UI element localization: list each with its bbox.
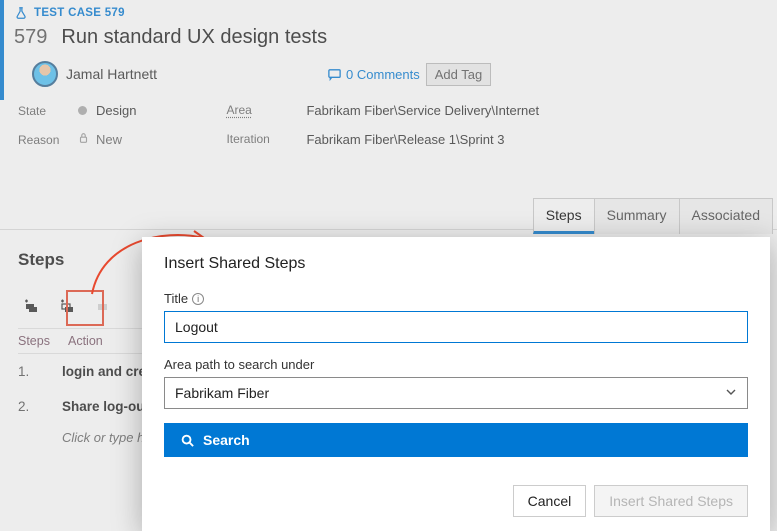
area-value[interactable]: Fabrikam Fiber\Service Delivery\Internet (306, 103, 539, 118)
title-input[interactable] (164, 311, 748, 343)
tab-summary[interactable]: Summary (594, 198, 680, 234)
flask-icon (14, 6, 28, 20)
assignee-name[interactable]: Jamal Hartnett (66, 66, 157, 82)
comments-label: 0 Comments (346, 67, 420, 82)
tab-associated[interactable]: Associated (679, 198, 773, 234)
add-step-button[interactable] (18, 294, 44, 318)
search-button-label: Search (203, 432, 250, 448)
avatar[interactable] (32, 61, 58, 87)
tab-steps[interactable]: Steps (533, 198, 595, 234)
reason-label: Reason (18, 133, 78, 147)
cancel-button[interactable]: Cancel (513, 485, 587, 517)
state-dot-icon (78, 106, 87, 115)
tab-bar: Steps Summary Associated (534, 198, 773, 234)
state-label: State (18, 104, 78, 118)
iteration-label: Iteration (226, 132, 306, 147)
breadcrumb[interactable]: TEST CASE 579 (14, 6, 777, 20)
dialog-title: Insert Shared Steps (164, 255, 748, 273)
chevron-down-icon (725, 386, 737, 401)
insert-shared-steps-dialog: Insert Shared Steps Title i Area path to… (142, 237, 770, 531)
insert-shared-steps-submit-button: Insert Shared Steps (594, 485, 748, 517)
state-value[interactable]: Design (96, 103, 136, 118)
accent-bar (0, 0, 4, 100)
add-step-icon (23, 299, 39, 313)
step-number: 2. (18, 399, 44, 414)
highlight-box (66, 290, 104, 326)
col-steps: Steps (18, 334, 54, 348)
add-tag-button[interactable]: Add Tag (426, 63, 491, 86)
step-number: 1. (18, 364, 44, 379)
title-field-label: Title i (164, 291, 748, 306)
area-path-label: Area path to search under (164, 357, 748, 372)
area-path-value: Fabrikam Fiber (175, 385, 269, 401)
area-label: Area (226, 103, 306, 118)
area-path-select[interactable]: Fabrikam Fiber (164, 377, 748, 409)
comments-link[interactable]: 0 Comments (327, 67, 420, 82)
search-button[interactable]: Search (164, 423, 748, 457)
search-icon (180, 433, 195, 448)
workitem-title[interactable]: Run standard UX design tests (61, 26, 327, 49)
breadcrumb-label: TEST CASE 579 (34, 7, 125, 19)
comment-icon (327, 67, 342, 82)
reason-value[interactable]: New (96, 132, 136, 147)
info-icon[interactable]: i (192, 293, 204, 305)
col-action: Action (68, 334, 103, 348)
workitem-id: 579 (14, 26, 47, 49)
iteration-value[interactable]: Fabrikam Fiber\Release 1\Sprint 3 (306, 132, 539, 147)
lock-icon (78, 132, 96, 147)
